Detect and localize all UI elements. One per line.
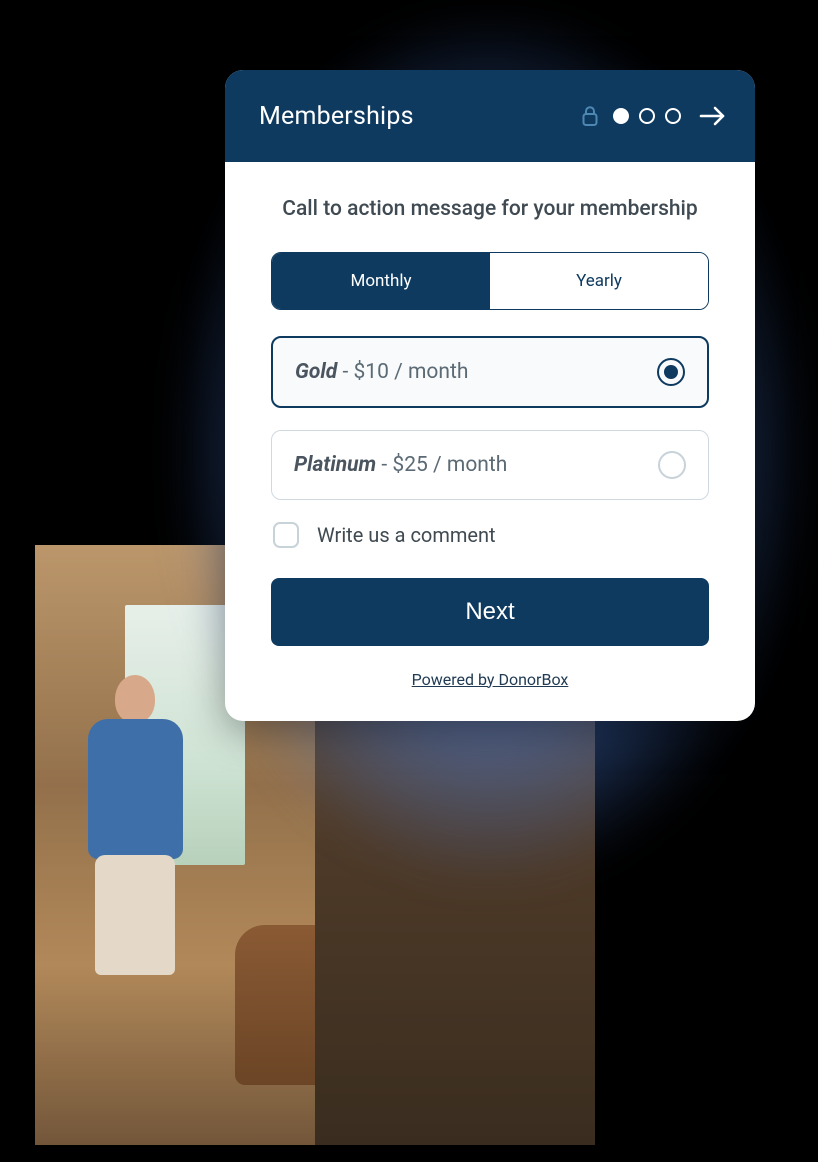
plan-price: - $25 / month (376, 453, 507, 477)
card-title: Memberships (259, 102, 414, 131)
photo-seated-person (315, 905, 385, 995)
radio-unselected[interactable] (658, 451, 686, 479)
step-dot-3 (665, 108, 681, 124)
lock-icon (581, 105, 599, 127)
radio-selected[interactable] (657, 358, 685, 386)
comment-label: Write us a comment (317, 523, 496, 547)
step-indicator (613, 108, 681, 124)
photo-sofa (235, 925, 555, 1085)
plan-option-platinum[interactable]: Platinum - $25 / month (271, 430, 709, 500)
membership-card: Memberships Call to action me (225, 70, 755, 721)
next-button[interactable]: Next (271, 578, 709, 646)
step-dot-1 (613, 108, 629, 124)
card-body: Call to action message for your membersh… (225, 162, 755, 721)
cta-message: Call to action message for your membersh… (271, 194, 709, 226)
photo-seated-person (485, 905, 555, 995)
header-right (581, 105, 727, 127)
plan-label: Platinum - $25 / month (294, 453, 507, 477)
interval-toggle: Monthly Yearly (271, 252, 709, 310)
plan-option-gold[interactable]: Gold - $10 / month (271, 336, 709, 408)
card-header: Memberships (225, 70, 755, 162)
plan-label: Gold - $10 / month (295, 360, 468, 384)
photo-presenter (75, 675, 195, 1025)
next-arrow-icon[interactable] (699, 105, 727, 127)
tab-yearly[interactable]: Yearly (490, 253, 708, 309)
plan-price: - $10 / month (337, 360, 468, 384)
plan-tier: Gold (295, 360, 337, 384)
step-dot-2 (639, 108, 655, 124)
tab-monthly[interactable]: Monthly (272, 253, 490, 309)
comment-checkbox[interactable] (273, 522, 299, 548)
comment-row: Write us a comment (273, 522, 709, 548)
powered-by-link[interactable]: Powered by DonorBox (271, 670, 709, 695)
photo-seated-person (395, 905, 465, 995)
plan-tier: Platinum (294, 453, 376, 477)
